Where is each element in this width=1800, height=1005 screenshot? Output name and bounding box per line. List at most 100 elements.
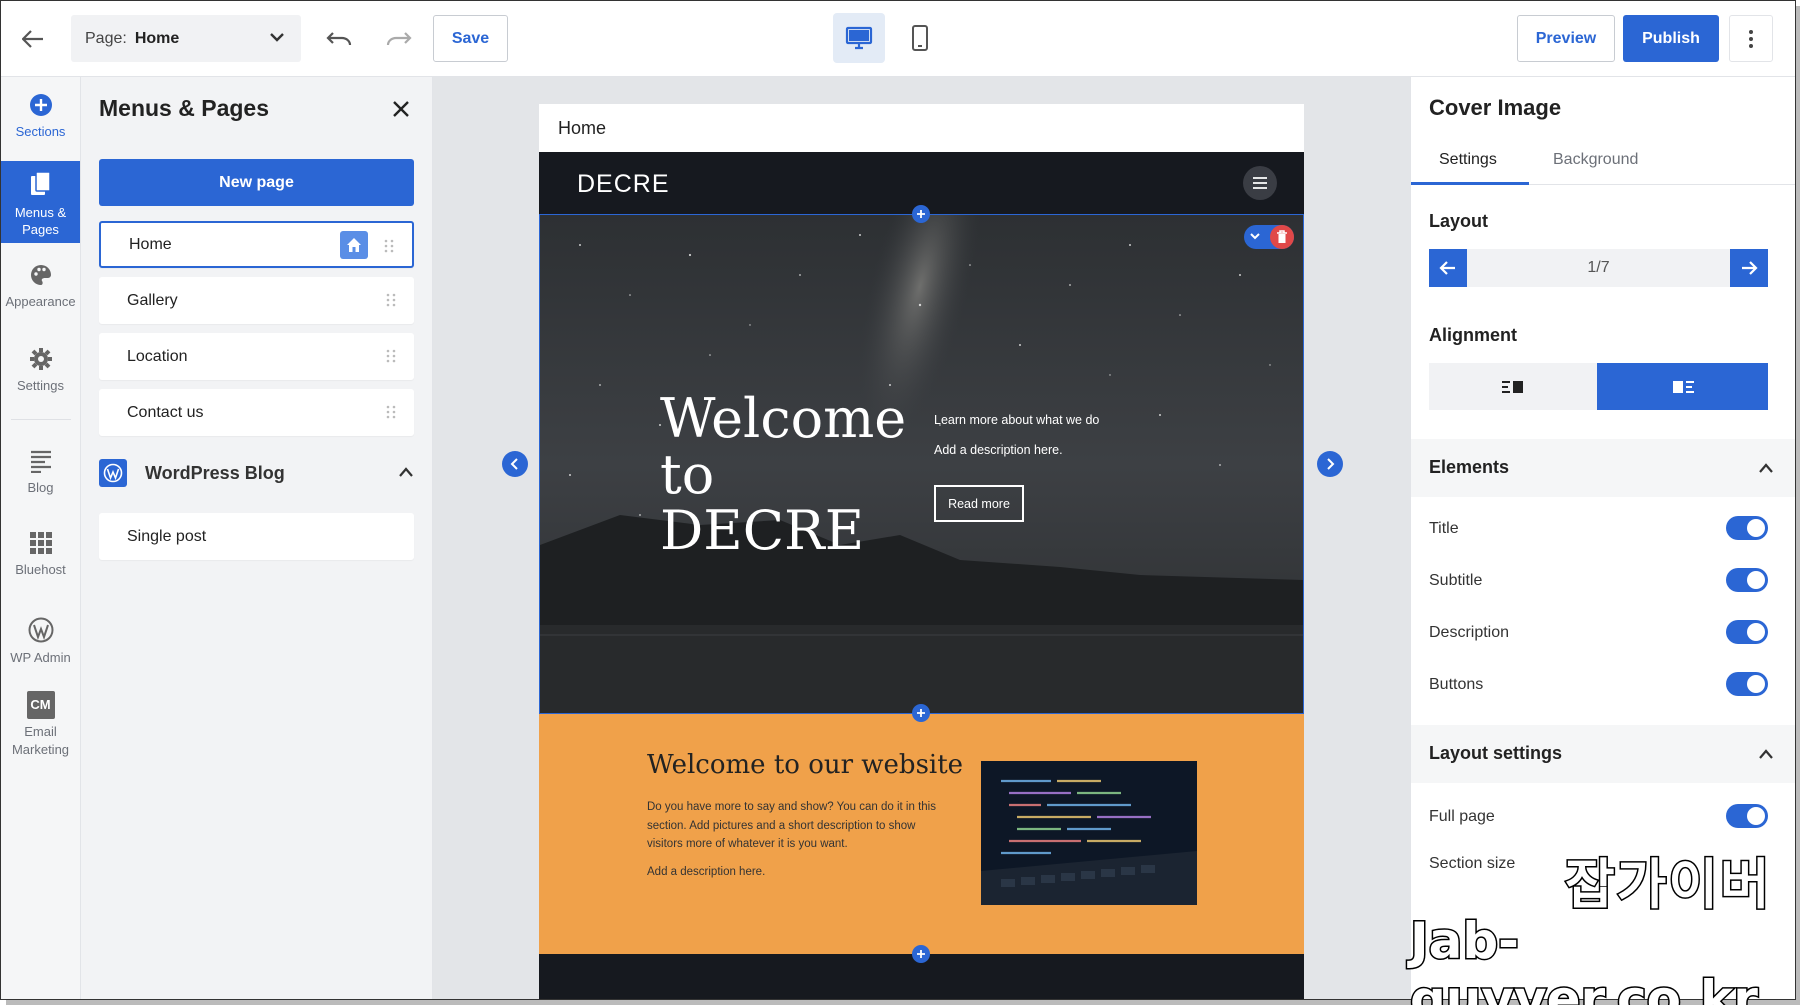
close-icon[interactable] [385, 93, 417, 125]
panel-title: Menus & Pages [99, 95, 269, 121]
align-text-left-image-right-icon[interactable] [1429, 363, 1597, 410]
chevron-down-icon [269, 29, 285, 50]
section-description[interactable]: Add a description here. [647, 866, 765, 878]
tab-background[interactable]: Background [1553, 151, 1638, 169]
gear-icon [1, 347, 80, 374]
page-item-single-post[interactable]: Single post [99, 513, 414, 560]
rail-item-label: Bluehost [15, 562, 66, 577]
element-label: Title [1429, 520, 1459, 537]
blog-icon [1, 449, 80, 476]
layout-value: 1/7 [1587, 259, 1610, 276]
drag-handle-icon[interactable] [386, 349, 396, 368]
hero-title[interactable]: Welcome to DECRE [660, 391, 930, 559]
chevron-down-icon[interactable] [1248, 228, 1262, 249]
prev-layout-arrow-icon[interactable] [502, 451, 528, 477]
title-toggle[interactable] [1726, 516, 1768, 540]
page-item-label: Contact us [127, 403, 204, 421]
rail-item-settings[interactable]: Settings [1, 347, 80, 407]
element-subtitle-row: Subtitle [1429, 566, 1768, 596]
palette-icon [1, 263, 80, 290]
drag-handle-icon[interactable] [386, 293, 396, 312]
rail-item-appearance[interactable]: Appearance [1, 263, 80, 323]
editor-window: Page: Home Save Preview Publish Sections… [0, 0, 1796, 1000]
section-body[interactable]: Do you have more to say and show? You ca… [647, 798, 947, 854]
tab-settings[interactable]: Settings [1439, 151, 1497, 169]
cover-image-section[interactable]: Welcome to DECRE Learn more about what w… [539, 214, 1304, 714]
align-image-left-text-right-icon[interactable] [1597, 363, 1768, 410]
trash-icon[interactable] [1270, 225, 1294, 249]
more-options-icon[interactable] [1729, 15, 1773, 62]
chevron-up-icon[interactable] [1758, 461, 1774, 479]
wordpress-blog-title: WordPress Blog [145, 462, 285, 483]
page-item-gallery[interactable]: Gallery [99, 277, 414, 324]
full-page-toggle[interactable] [1726, 804, 1768, 828]
rail-item-wp-admin[interactable]: WP Admin [1, 617, 80, 677]
alignment-toggle-group [1429, 363, 1768, 410]
new-page-button[interactable]: New page [99, 159, 414, 206]
rail-item-bluehost[interactable]: Bluehost [1, 531, 80, 591]
redo-icon[interactable] [379, 19, 419, 59]
home-icon [340, 231, 368, 259]
arrow-left-icon[interactable] [1429, 249, 1467, 287]
section-title[interactable]: Welcome to our website [647, 750, 963, 780]
section-size-label: Section size [1429, 855, 1516, 872]
drag-handle-icon[interactable] [386, 405, 396, 424]
page-item-label: Single post [127, 527, 207, 545]
rail-item-menus-pages[interactable]: Menus & Pages [1, 161, 80, 243]
page-item-contact-us[interactable]: Contact us [99, 389, 414, 436]
hamburger-menu-icon[interactable] [1243, 166, 1277, 200]
next-layout-arrow-icon[interactable] [1317, 451, 1343, 477]
plus-circle-icon [1, 93, 80, 120]
rail-item-label: Settings [17, 378, 64, 393]
rail-item-sections[interactable]: Sections [1, 93, 80, 153]
rail-item-email-marketing[interactable]: CM Email Marketing [1, 691, 80, 771]
element-buttons-row: Buttons [1429, 670, 1768, 700]
wordpress-icon [1, 617, 80, 646]
subtitle-toggle[interactable] [1726, 568, 1768, 592]
hero-subtitle[interactable]: Learn more about what we do [934, 413, 1099, 427]
chevron-up-icon[interactable] [398, 465, 414, 483]
publish-button[interactable]: Publish [1623, 15, 1719, 62]
page-selector[interactable]: Page: Home [71, 15, 301, 62]
page-selector-label: Page: [85, 29, 127, 47]
laptop-code-image[interactable] [981, 761, 1197, 905]
layout-label: Layout [1429, 211, 1489, 231]
preview-button[interactable]: Preview [1517, 15, 1615, 62]
rail-item-blog[interactable]: Blog [1, 449, 80, 509]
arrow-right-icon[interactable] [1730, 249, 1768, 287]
add-section-icon[interactable] [912, 945, 930, 963]
element-label: Buttons [1429, 676, 1484, 693]
page-item-home[interactable]: Home [99, 221, 414, 268]
element-title-row: Title [1429, 514, 1768, 544]
elements-header[interactable]: Elements [1411, 439, 1795, 497]
page-item-location[interactable]: Location [99, 333, 414, 380]
chevron-up-icon[interactable] [1758, 747, 1774, 765]
back-arrow-icon[interactable] [13, 19, 53, 59]
desktop-view-icon[interactable] [833, 13, 885, 63]
rail-item-label: Sections [15, 124, 66, 139]
buttons-toggle[interactable] [1726, 672, 1768, 696]
settings-panel-title: Cover Image [1429, 95, 1562, 120]
editor-canvas: Home DECRE Welcome to DECRE Learn more a… [433, 77, 1410, 999]
undo-icon[interactable] [319, 19, 359, 59]
hero-description[interactable]: Add a description here. [934, 443, 1063, 457]
menus-pages-panel: Menus & Pages New page Home Gallery Loca… [81, 77, 433, 999]
drag-handle-icon[interactable] [384, 239, 394, 258]
site-logo: DECRE [577, 170, 670, 198]
layout-settings-header[interactable]: Layout settings [1411, 725, 1795, 783]
site-preview: Home DECRE Welcome to DECRE Learn more a… [539, 104, 1304, 999]
add-section-icon[interactable] [912, 205, 930, 223]
section-controls [1244, 225, 1294, 249]
preview-page-title: Home [539, 104, 1304, 152]
cover-image-settings-panel: Cover Image Settings Background Layout 1… [1410, 77, 1795, 999]
add-section-icon[interactable] [912, 704, 930, 722]
hero-read-more-button[interactable]: Read more [934, 485, 1024, 522]
wordpress-blog-group[interactable]: WordPress Blog [99, 453, 414, 493]
layout-settings-label: Layout settings [1429, 743, 1563, 763]
description-toggle[interactable] [1726, 620, 1768, 644]
full-page-label: Full page [1429, 808, 1495, 825]
save-button[interactable]: Save [433, 15, 508, 62]
mobile-view-icon[interactable] [894, 13, 946, 63]
welcome-section[interactable]: Welcome to our website Do you have more … [539, 714, 1304, 954]
rail-item-label: Email Marketing [11, 724, 70, 757]
